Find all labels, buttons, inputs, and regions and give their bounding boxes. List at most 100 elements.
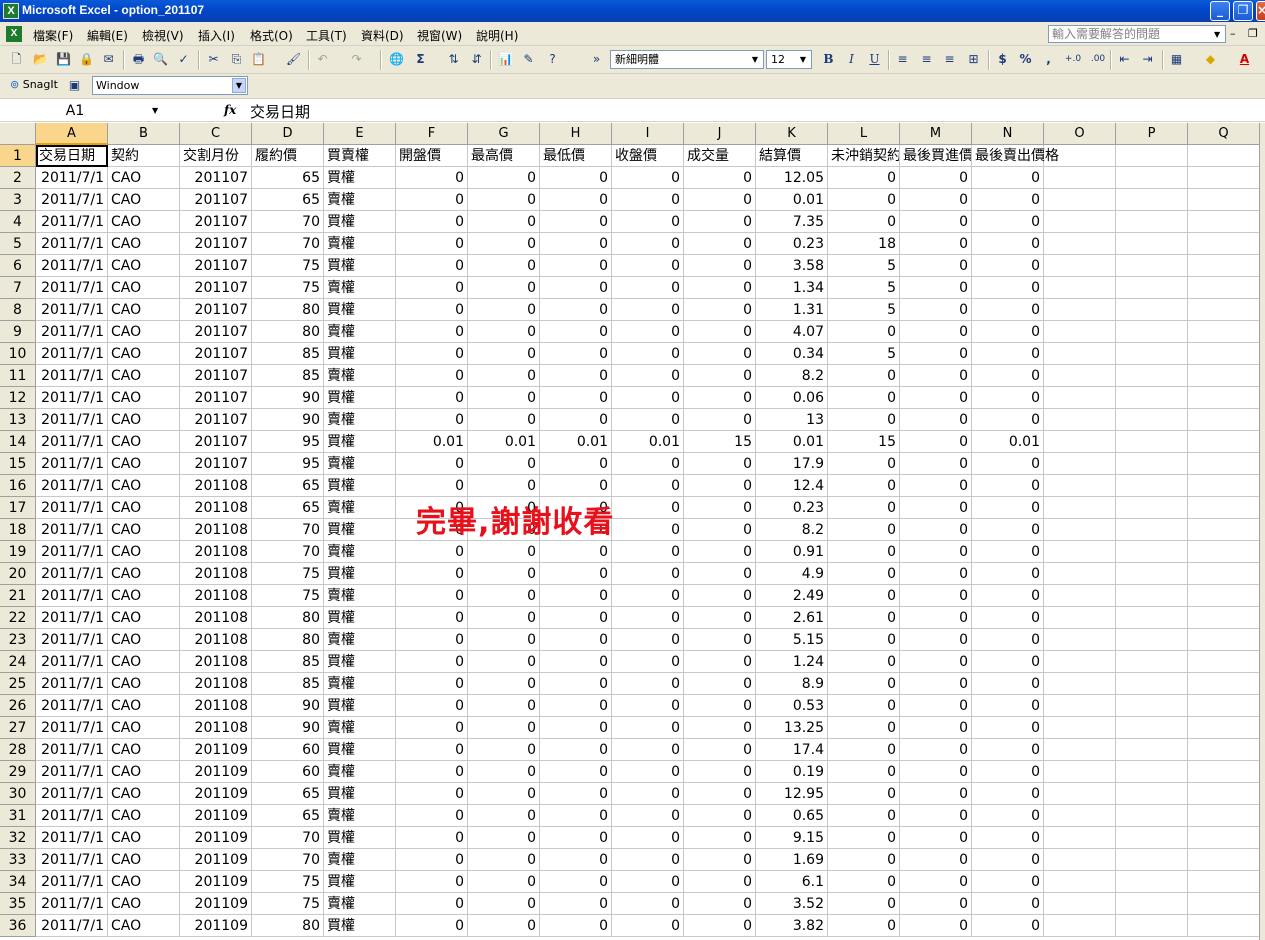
table-cell[interactable]	[1044, 431, 1116, 453]
snagit-button[interactable]: ⊚ SnagIt	[10, 78, 58, 91]
table-cell[interactable]: 0	[828, 453, 900, 475]
table-cell[interactable]: 0	[612, 387, 684, 409]
table-cell[interactable]: 201107	[180, 409, 252, 431]
table-cell[interactable]: 0	[540, 761, 612, 783]
table-cell[interactable]: 0	[612, 651, 684, 673]
table-cell[interactable]: 0	[972, 541, 1044, 563]
table-cell[interactable]	[1188, 365, 1260, 387]
open-folder-icon[interactable]: 📂	[32, 51, 49, 68]
table-cell[interactable]: 0	[828, 387, 900, 409]
table-cell[interactable]: 201109	[180, 739, 252, 761]
table-cell[interactable]: 0	[828, 805, 900, 827]
table-cell[interactable]: 2011/7/1	[36, 783, 108, 805]
table-cell[interactable]: 201108	[180, 607, 252, 629]
snagit-mode-select[interactable]: Window ▼	[92, 76, 248, 95]
table-cell[interactable]: CAO	[108, 277, 180, 299]
table-cell[interactable]: 0	[684, 783, 756, 805]
column-title-cell[interactable]: 收盤價	[612, 145, 684, 167]
table-cell[interactable]: 0	[612, 805, 684, 827]
workbook-minimize-button[interactable]: –	[1230, 27, 1236, 40]
column-title-cell[interactable]: 最高價	[468, 145, 540, 167]
table-cell[interactable]: 201107	[180, 431, 252, 453]
table-cell[interactable]: 0	[900, 563, 972, 585]
table-cell[interactable]	[1188, 651, 1260, 673]
table-cell[interactable]: 0	[684, 211, 756, 233]
table-cell[interactable]: 201107	[180, 343, 252, 365]
table-cell[interactable]: CAO	[108, 431, 180, 453]
table-cell[interactable]	[1044, 849, 1116, 871]
table-cell[interactable]: 0	[684, 871, 756, 893]
table-cell[interactable]: 0	[972, 783, 1044, 805]
table-cell[interactable]: 0	[612, 893, 684, 915]
table-cell[interactable]: 2011/7/1	[36, 893, 108, 915]
table-cell[interactable]: 0	[612, 827, 684, 849]
column-header-p[interactable]: P	[1116, 123, 1188, 145]
row-header[interactable]: 8	[0, 299, 36, 321]
table-cell[interactable]: 0	[612, 167, 684, 189]
table-cell[interactable]: 0	[540, 871, 612, 893]
table-cell[interactable]: 0	[540, 321, 612, 343]
table-cell[interactable]: 0	[900, 651, 972, 673]
table-cell[interactable]: 0	[540, 255, 612, 277]
table-cell[interactable]: 0	[900, 211, 972, 233]
chart-wizard-icon[interactable]: 📊	[497, 51, 514, 68]
table-cell[interactable]: 0	[612, 541, 684, 563]
table-cell[interactable]	[1188, 607, 1260, 629]
table-cell[interactable]: 0	[612, 849, 684, 871]
table-cell[interactable]: 0	[396, 299, 468, 321]
table-cell[interactable]: 0	[900, 893, 972, 915]
column-title-cell[interactable]: 最後買進價格	[900, 145, 972, 167]
table-cell[interactable]: 201107	[180, 299, 252, 321]
table-cell[interactable]	[1188, 585, 1260, 607]
table-cell[interactable]: 0	[684, 651, 756, 673]
table-cell[interactable]: 0	[900, 585, 972, 607]
table-cell[interactable]: 201108	[180, 541, 252, 563]
table-cell[interactable]: 賣權	[324, 189, 396, 211]
table-cell[interactable]: 0	[396, 585, 468, 607]
table-cell[interactable]: CAO	[108, 915, 180, 937]
table-cell[interactable]	[1188, 343, 1260, 365]
table-cell[interactable]	[1116, 167, 1188, 189]
table-cell[interactable]	[1116, 783, 1188, 805]
table-cell[interactable]: 0	[396, 409, 468, 431]
table-cell[interactable]: 2011/7/1	[36, 607, 108, 629]
menu-window[interactable]: 視窗(W)	[417, 27, 462, 44]
table-cell[interactable]: 2011/7/1	[36, 277, 108, 299]
table-cell[interactable]: 2011/7/1	[36, 541, 108, 563]
save-icon[interactable]: 💾	[55, 51, 72, 68]
column-title-cell[interactable]: 開盤價	[396, 145, 468, 167]
column-title-cell[interactable]: 成交量	[684, 145, 756, 167]
table-cell[interactable]: 買權	[324, 827, 396, 849]
table-cell[interactable]: 2011/7/1	[36, 211, 108, 233]
table-cell[interactable]: 2011/7/1	[36, 695, 108, 717]
table-cell[interactable]: 0	[972, 629, 1044, 651]
row-header[interactable]: 7	[0, 277, 36, 299]
table-cell[interactable]: 0	[684, 739, 756, 761]
table-cell[interactable]: 201107	[180, 255, 252, 277]
table-cell[interactable]: CAO	[108, 321, 180, 343]
table-cell[interactable]	[1044, 541, 1116, 563]
increase-indent-icon[interactable]: ⇥	[1139, 51, 1156, 68]
table-cell[interactable]: 0	[396, 475, 468, 497]
table-cell[interactable]: 0.23	[756, 233, 828, 255]
row-header[interactable]: 31	[0, 805, 36, 827]
table-cell[interactable]: 0	[828, 761, 900, 783]
help-search-input[interactable]: 輸入需要解答的問題	[1048, 25, 1226, 43]
currency-button[interactable]: $	[994, 51, 1011, 68]
table-cell[interactable]: 0	[828, 849, 900, 871]
row-header[interactable]: 30	[0, 783, 36, 805]
table-cell[interactable]: 0	[900, 409, 972, 431]
help-icon[interactable]: ?	[544, 51, 561, 68]
table-cell[interactable]: 0.01	[972, 431, 1044, 453]
fill-color-icon[interactable]: ◆	[1202, 51, 1219, 68]
column-header-f[interactable]: F	[396, 123, 468, 145]
decrease-indent-icon[interactable]: ⇤	[1116, 51, 1133, 68]
spelling-icon[interactable]: ✓	[175, 51, 192, 68]
table-cell[interactable]	[1044, 387, 1116, 409]
table-cell[interactable]: 0	[900, 761, 972, 783]
table-cell[interactable]: CAO	[108, 739, 180, 761]
row-header[interactable]: 17	[0, 497, 36, 519]
table-cell[interactable]	[1116, 211, 1188, 233]
table-cell[interactable]: 17.9	[756, 453, 828, 475]
table-cell[interactable]: 0	[828, 695, 900, 717]
